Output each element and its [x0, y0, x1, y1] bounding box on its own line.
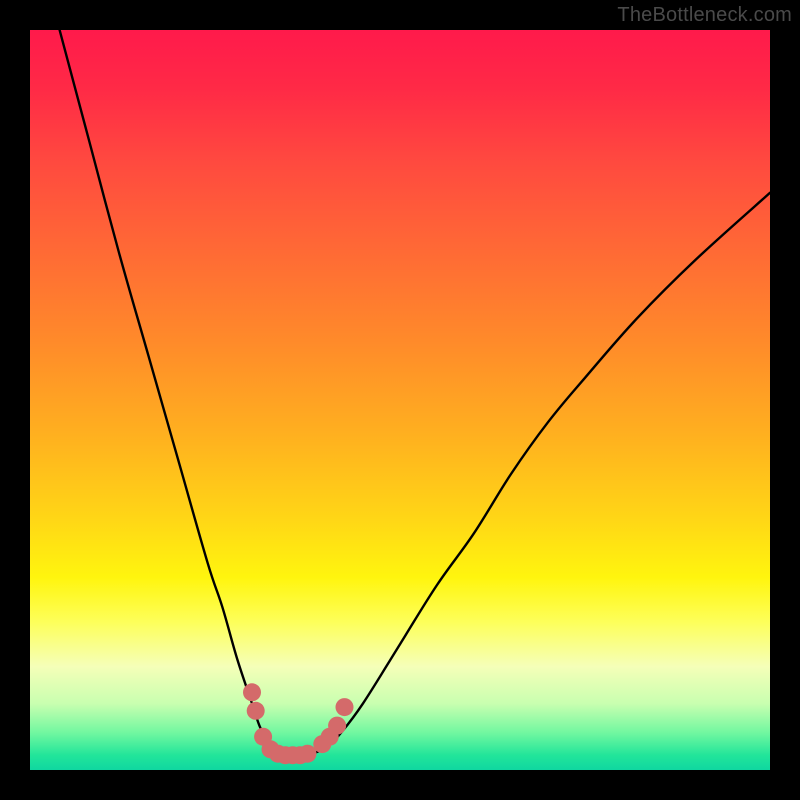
curve-left-branch: [60, 30, 282, 755]
plot-area: [30, 30, 770, 770]
marker-dot: [243, 683, 261, 701]
marker-dot: [299, 745, 317, 763]
marker-dot: [328, 717, 346, 735]
chart-container: TheBottleneck.com: [0, 0, 800, 800]
marker-dot: [247, 702, 265, 720]
watermark-text: TheBottleneck.com: [617, 4, 792, 27]
bottleneck-curve: [60, 30, 770, 755]
curve-layer: [30, 30, 770, 770]
marker-dot: [336, 698, 354, 716]
curve-right-branch: [304, 193, 770, 755]
